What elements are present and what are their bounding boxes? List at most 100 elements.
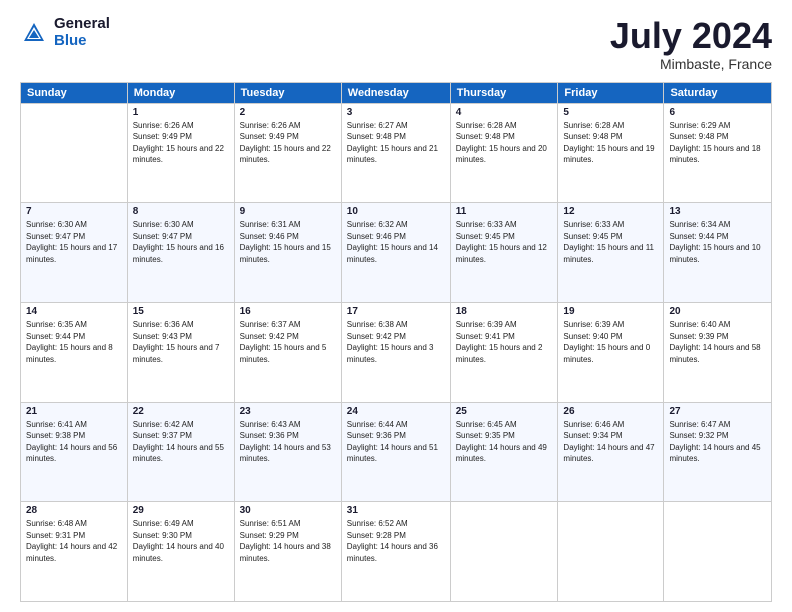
cell-date: 22 bbox=[133, 406, 229, 417]
cell-date: 20 bbox=[669, 306, 766, 317]
calendar-cell: 25Sunrise: 6:45 AMSunset: 9:35 PMDayligh… bbox=[450, 402, 558, 502]
cell-date: 17 bbox=[347, 306, 445, 317]
calendar-cell: 26 Sunrise: 6:46 AMSunset: 9:34 PMDayligh… bbox=[558, 402, 664, 502]
cell-info: Sunrise: 6:26 AMSunset: 9:49 PMDaylight:… bbox=[240, 120, 336, 166]
cell-info: Sunrise: 6:46 AMSunset: 9:34 PMDaylight:… bbox=[563, 419, 658, 465]
calendar-cell: 16 Sunrise: 6:37 AMSunset: 9:42 PMDayligh… bbox=[234, 302, 341, 402]
cell-date: 12 bbox=[563, 206, 658, 217]
cell-info: Sunrise: 6:28 AMSunset: 9:48 PMDaylight:… bbox=[456, 120, 553, 166]
calendar-week-row: 28 Sunrise: 6:48 AMSunset: 9:31 PMDayligh… bbox=[21, 502, 772, 602]
cell-info: Sunrise: 6:36 AMSunset: 9:43 PMDaylight:… bbox=[133, 319, 229, 365]
cell-date: 9 bbox=[240, 206, 336, 217]
cell-info: Sunrise: 6:49 AMSunset: 9:30 PMDaylight:… bbox=[133, 518, 229, 564]
title-block: July 2024 Mimbaste, France bbox=[610, 16, 772, 72]
calendar-header-row: SundayMondayTuesdayWednesdayThursdayFrid… bbox=[21, 82, 772, 103]
calendar-cell: 21 Sunrise: 6:41 AMSunset: 9:38 PMDayligh… bbox=[21, 402, 128, 502]
cell-date: 8 bbox=[133, 206, 229, 217]
calendar-day-header: Sunday bbox=[21, 82, 128, 103]
calendar-cell: 18 Sunrise: 6:39 AMSunset: 9:41 PMDayligh… bbox=[450, 302, 558, 402]
cell-date: 18 bbox=[456, 306, 553, 317]
cell-info: Sunrise: 6:29 AMSunset: 9:48 PMDaylight:… bbox=[669, 120, 766, 166]
calendar-cell bbox=[558, 502, 664, 602]
cell-info: Sunrise: 6:35 AMSunset: 9:44 PMDaylight:… bbox=[26, 319, 122, 365]
calendar-cell: 14Sunrise: 6:35 AMSunset: 9:44 PMDayligh… bbox=[21, 302, 128, 402]
cell-date: 19 bbox=[563, 306, 658, 317]
logo-blue-text: Blue bbox=[54, 33, 110, 50]
calendar-cell: 3 Sunrise: 6:27 AMSunset: 9:48 PMDaylight… bbox=[341, 103, 450, 203]
logo-general-text: General bbox=[54, 16, 110, 33]
calendar-cell: 6 Sunrise: 6:29 AMSunset: 9:48 PMDaylight… bbox=[664, 103, 772, 203]
calendar-cell: 11 Sunrise: 6:33 AMSunset: 9:45 PMDayligh… bbox=[450, 203, 558, 303]
calendar-cell bbox=[664, 502, 772, 602]
cell-date: 2 bbox=[240, 107, 336, 118]
calendar-cell: 1 Sunrise: 6:26 AMSunset: 9:49 PMDaylight… bbox=[127, 103, 234, 203]
calendar-cell: 17 Sunrise: 6:38 AMSunset: 9:42 PMDayligh… bbox=[341, 302, 450, 402]
cell-date: 3 bbox=[347, 107, 445, 118]
calendar-cell: 8 Sunrise: 6:30 AMSunset: 9:47 PMDaylight… bbox=[127, 203, 234, 303]
calendar-cell: 24Sunrise: 6:44 AMSunset: 9:36 PMDayligh… bbox=[341, 402, 450, 502]
cell-date: 23 bbox=[240, 406, 336, 417]
cell-info: Sunrise: 6:41 AMSunset: 9:38 PMDaylight:… bbox=[26, 419, 122, 465]
cell-info: Sunrise: 6:42 AMSunset: 9:37 PMDaylight:… bbox=[133, 419, 229, 465]
cell-date: 28 bbox=[26, 505, 122, 516]
calendar-week-row: 14Sunrise: 6:35 AMSunset: 9:44 PMDayligh… bbox=[21, 302, 772, 402]
cell-info: Sunrise: 6:30 AMSunset: 9:47 PMDaylight:… bbox=[133, 219, 229, 265]
cell-info: Sunrise: 6:40 AMSunset: 9:39 PMDaylight:… bbox=[669, 319, 766, 365]
calendar-cell: 30 Sunrise: 6:51 AMSunset: 9:29 PMDayligh… bbox=[234, 502, 341, 602]
calendar-cell: 28 Sunrise: 6:48 AMSunset: 9:31 PMDayligh… bbox=[21, 502, 128, 602]
calendar-cell: 15 Sunrise: 6:36 AMSunset: 9:43 PMDayligh… bbox=[127, 302, 234, 402]
cell-info: Sunrise: 6:39 AMSunset: 9:40 PMDaylight:… bbox=[563, 319, 658, 365]
calendar-cell: 20 Sunrise: 6:40 AMSunset: 9:39 PMDayligh… bbox=[664, 302, 772, 402]
cell-info: Sunrise: 6:28 AMSunset: 9:48 PMDaylight:… bbox=[563, 120, 658, 166]
header: General Blue July 2024 Mimbaste, France bbox=[20, 16, 772, 72]
logo-icon bbox=[20, 19, 48, 47]
cell-info: Sunrise: 6:31 AMSunset: 9:46 PMDaylight:… bbox=[240, 219, 336, 265]
cell-date: 1 bbox=[133, 107, 229, 118]
cell-date: 26 bbox=[563, 406, 658, 417]
calendar-week-row: 1 Sunrise: 6:26 AMSunset: 9:49 PMDaylight… bbox=[21, 103, 772, 203]
cell-date: 13 bbox=[669, 206, 766, 217]
cell-date: 15 bbox=[133, 306, 229, 317]
calendar-day-header: Friday bbox=[558, 82, 664, 103]
cell-info: Sunrise: 6:33 AMSunset: 9:45 PMDaylight:… bbox=[456, 219, 553, 265]
cell-info: Sunrise: 6:26 AMSunset: 9:49 PMDaylight:… bbox=[133, 120, 229, 166]
cell-date: 21 bbox=[26, 406, 122, 417]
cell-date: 10 bbox=[347, 206, 445, 217]
calendar-table: SundayMondayTuesdayWednesdayThursdayFrid… bbox=[20, 82, 772, 602]
calendar-cell: 13Sunrise: 6:34 AMSunset: 9:44 PMDayligh… bbox=[664, 203, 772, 303]
calendar-day-header: Monday bbox=[127, 82, 234, 103]
calendar-day-header: Tuesday bbox=[234, 82, 341, 103]
cell-date: 31 bbox=[347, 505, 445, 516]
cell-date: 29 bbox=[133, 505, 229, 516]
cell-info: Sunrise: 6:51 AMSunset: 9:29 PMDaylight:… bbox=[240, 518, 336, 564]
calendar-cell: 23Sunrise: 6:43 AMSunset: 9:36 PMDayligh… bbox=[234, 402, 341, 502]
calendar-week-row: 21 Sunrise: 6:41 AMSunset: 9:38 PMDayligh… bbox=[21, 402, 772, 502]
calendar-cell: 5Sunrise: 6:28 AMSunset: 9:48 PMDaylight… bbox=[558, 103, 664, 203]
cell-info: Sunrise: 6:48 AMSunset: 9:31 PMDaylight:… bbox=[26, 518, 122, 564]
calendar-week-row: 7 Sunrise: 6:30 AMSunset: 9:47 PMDaylight… bbox=[21, 203, 772, 303]
cell-date: 30 bbox=[240, 505, 336, 516]
calendar-cell bbox=[450, 502, 558, 602]
cell-info: Sunrise: 6:44 AMSunset: 9:36 PMDaylight:… bbox=[347, 419, 445, 465]
cell-date: 6 bbox=[669, 107, 766, 118]
cell-date: 4 bbox=[456, 107, 553, 118]
logo: General Blue bbox=[20, 16, 110, 49]
cell-date: 11 bbox=[456, 206, 553, 217]
calendar-cell: 4 Sunrise: 6:28 AMSunset: 9:48 PMDaylight… bbox=[450, 103, 558, 203]
cell-info: Sunrise: 6:37 AMSunset: 9:42 PMDaylight:… bbox=[240, 319, 336, 365]
cell-info: Sunrise: 6:30 AMSunset: 9:47 PMDaylight:… bbox=[26, 219, 122, 265]
calendar-cell: 7 Sunrise: 6:30 AMSunset: 9:47 PMDaylight… bbox=[21, 203, 128, 303]
calendar-cell: 2 Sunrise: 6:26 AMSunset: 9:49 PMDaylight… bbox=[234, 103, 341, 203]
cell-info: Sunrise: 6:45 AMSunset: 9:35 PMDaylight:… bbox=[456, 419, 553, 465]
cell-date: 16 bbox=[240, 306, 336, 317]
calendar-day-header: Wednesday bbox=[341, 82, 450, 103]
calendar-day-header: Thursday bbox=[450, 82, 558, 103]
cell-date: 7 bbox=[26, 206, 122, 217]
cell-info: Sunrise: 6:39 AMSunset: 9:41 PMDaylight:… bbox=[456, 319, 553, 365]
cell-info: Sunrise: 6:38 AMSunset: 9:42 PMDaylight:… bbox=[347, 319, 445, 365]
calendar-cell: 29 Sunrise: 6:49 AMSunset: 9:30 PMDayligh… bbox=[127, 502, 234, 602]
calendar-cell: 10Sunrise: 6:32 AMSunset: 9:46 PMDayligh… bbox=[341, 203, 450, 303]
cell-info: Sunrise: 6:27 AMSunset: 9:48 PMDaylight:… bbox=[347, 120, 445, 166]
title-month: July 2024 bbox=[610, 16, 772, 56]
page: General Blue July 2024 Mimbaste, France … bbox=[0, 0, 792, 612]
